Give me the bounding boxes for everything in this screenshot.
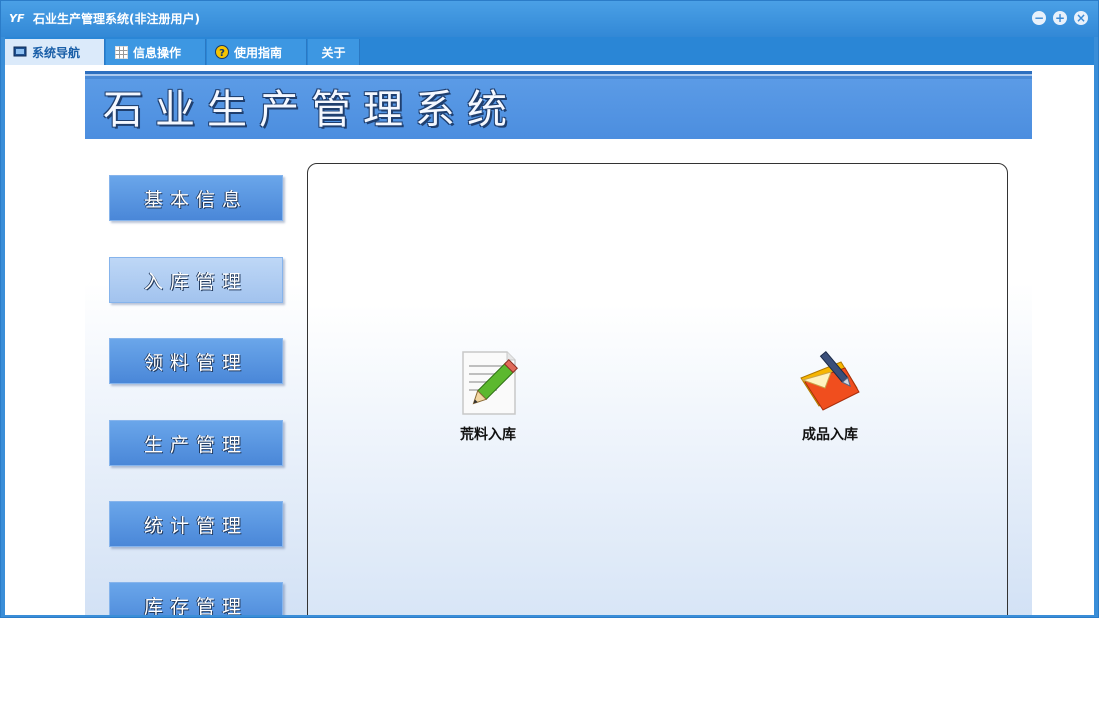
tab-info-operation[interactable]: 信息操作	[106, 39, 206, 65]
sidebar-item-production[interactable]: 生产管理	[109, 420, 283, 466]
tab-user-guide[interactable]: ? 使用指南	[207, 39, 307, 65]
close-button[interactable]: ×	[1074, 11, 1088, 25]
sidebar-item-basic-info[interactable]: 基本信息	[109, 175, 283, 221]
window-title: 石业生产管理系统(非注册用户)	[33, 12, 200, 26]
finished-product-inbound-shortcut[interactable]: 成品入库	[770, 348, 890, 444]
banner-title: 石业生产管理系统	[103, 87, 519, 133]
tab-label: 信息操作	[133, 45, 182, 60]
svg-text:?: ?	[219, 48, 225, 59]
monitor-icon	[13, 45, 27, 59]
tab-label: 使用指南	[234, 45, 283, 60]
tab-label: 关于	[321, 45, 346, 60]
tab-about[interactable]: 关于	[308, 39, 360, 65]
app-window: YF 石业生产管理系统(非注册用户) − + × 系统导航 信息操作 ? 使用指…	[0, 0, 1099, 618]
app-logo: YF	[9, 12, 25, 25]
sidebar-item-inventory[interactable]: 库存管理	[109, 582, 283, 615]
body-area: 基本信息 入库管理 领料管理 生产管理 统计管理 库存管理 荒料入库 成品入库	[85, 139, 1032, 615]
tab-label: 系统导航	[32, 45, 81, 60]
document-pencil-icon	[453, 348, 523, 420]
tab-system-navigation[interactable]: 系统导航	[5, 39, 105, 65]
banner: 石业生产管理系统	[85, 79, 1032, 139]
menu-bar: 系统导航 信息操作 ? 使用指南 关于	[5, 37, 1094, 65]
title-bar[interactable]: YF 石业生产管理系统(非注册用户) − + ×	[1, 1, 1098, 37]
banner-top-stripe	[85, 71, 1032, 79]
shortcut-label: 荒料入库	[460, 427, 516, 443]
maximize-button[interactable]: +	[1053, 11, 1067, 25]
sidebar-item-material-issue[interactable]: 领料管理	[109, 338, 283, 384]
sidebar-item-statistics[interactable]: 统计管理	[109, 501, 283, 547]
main-content: 石业生产管理系统 基本信息 入库管理 领料管理 生产管理 统计管理 库存管理 荒…	[5, 65, 1094, 615]
sidebar-item-inbound[interactable]: 入库管理	[109, 257, 283, 303]
minimize-button[interactable]: −	[1032, 11, 1046, 25]
function-panel: 荒料入库 成品入库	[307, 163, 1008, 615]
folder-pen-icon	[795, 348, 865, 420]
grid-icon	[114, 45, 128, 59]
shortcut-label: 成品入库	[802, 427, 858, 443]
help-icon: ?	[215, 45, 229, 59]
raw-stone-inbound-shortcut[interactable]: 荒料入库	[428, 348, 548, 444]
